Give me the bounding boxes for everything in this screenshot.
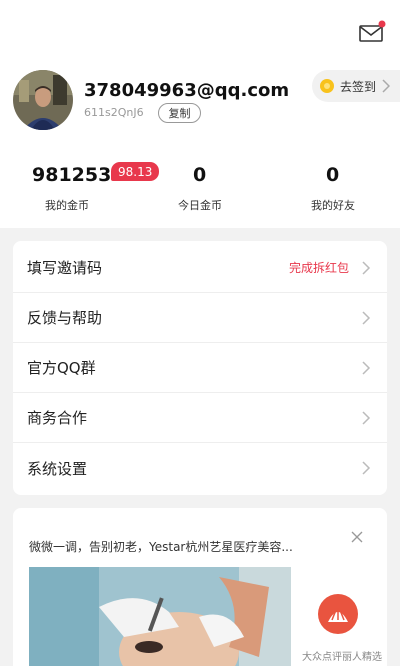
coin-icon	[320, 79, 334, 93]
chevron-right-icon	[362, 461, 371, 475]
stat-today-value: 0	[193, 164, 207, 186]
settings-menu: 填写邀请码 完成拆红包 反馈与帮助 官方QQ群 商务合作 系统设置	[13, 241, 387, 495]
ad-card[interactable]: 微微一调，告别初老，Yestar杭州艺星医疗美容... 大众点评丽人精选	[13, 508, 387, 666]
copy-button[interactable]: 复制	[158, 103, 201, 123]
brand-logo	[318, 594, 358, 634]
avatar[interactable]	[13, 70, 73, 130]
chevron-right-icon	[362, 361, 371, 375]
close-icon[interactable]	[350, 530, 364, 544]
stat-friends-label[interactable]: 我的好友	[283, 197, 383, 213]
user-id: 611s2QnJ6	[84, 106, 144, 119]
chevron-right-icon	[362, 311, 371, 325]
menu-item-settings[interactable]: 系统设置	[13, 443, 387, 493]
stat-coins-label[interactable]: 我的金币	[17, 197, 117, 213]
chevron-right-icon	[382, 79, 391, 93]
menu-item-label: 反馈与帮助	[27, 309, 103, 327]
stat-friends-value: 0	[326, 164, 340, 186]
coins-badge: 98.13	[111, 162, 160, 181]
mail-icon[interactable]	[358, 20, 386, 44]
account-email: 378049963@qq.com	[84, 80, 290, 101]
menu-item-invite-code[interactable]: 填写邀请码 完成拆红包	[13, 243, 387, 293]
ad-image[interactable]	[29, 567, 291, 666]
checkin-label: 去签到	[340, 79, 377, 94]
menu-item-business[interactable]: 商务合作	[13, 393, 387, 443]
red-packet-hint: 完成拆红包	[288, 261, 349, 275]
profile-header: 378049963@qq.com 611s2QnJ6 复制 去签到 981253…	[0, 0, 400, 228]
menu-item-feedback[interactable]: 反馈与帮助	[13, 293, 387, 343]
stat-coins-value: 981253	[32, 164, 112, 186]
menu-item-qq-group[interactable]: 官方QQ群	[13, 343, 387, 393]
menu-item-label: 系统设置	[27, 459, 88, 478]
ad-title: 微微一调，告别初老，Yestar杭州艺星医疗美容...	[29, 540, 293, 554]
chevron-right-icon	[362, 261, 371, 275]
menu-item-label: 官方QQ群	[27, 359, 96, 377]
menu-item-label: 商务合作	[27, 409, 88, 427]
menu-item-label: 填写邀请码	[27, 259, 103, 277]
chevron-right-icon	[362, 411, 371, 425]
checkin-button[interactable]: 去签到	[312, 70, 400, 102]
stat-today-label[interactable]: 今日金币	[150, 197, 250, 213]
ad-brand-name: 大众点评丽人精选	[302, 652, 382, 663]
